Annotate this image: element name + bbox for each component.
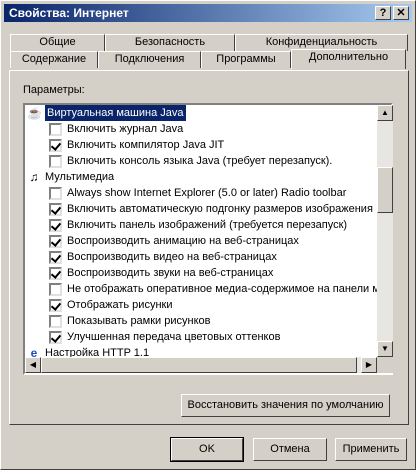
setting-checkbox[interactable] (49, 267, 62, 280)
scroll-down-icon[interactable]: ▼ (377, 341, 393, 357)
tab-advanced[interactable]: Дополнительно (291, 49, 406, 69)
setting-label: Улучшенная передача цветовых оттенков (67, 331, 281, 343)
setting-checkbox[interactable] (49, 123, 62, 136)
setting-label: Воспроизводить видео на веб-страницах (67, 251, 277, 263)
setting-label: Воспроизводить анимацию на веб-страницах (67, 235, 299, 247)
restore-defaults-button[interactable]: Восстановить значения по умолчанию (181, 394, 390, 417)
tab-programs[interactable]: Программы (201, 51, 291, 68)
setting-checkbox[interactable] (49, 139, 62, 152)
vertical-scrollbar[interactable]: ▲ ▼ (377, 105, 393, 357)
setting-label: Always show Internet Explorer (5.0 or la… (67, 187, 347, 199)
setting-checkbox[interactable] (49, 235, 62, 248)
horizontal-scrollbar[interactable]: ◀ ▶ (25, 357, 377, 373)
tab-general[interactable]: Общие (10, 34, 105, 51)
setting-checkbox[interactable] (49, 187, 62, 200)
setting-label: Включить компилятор Java JIT (67, 139, 225, 151)
setting-checkbox[interactable] (49, 251, 62, 264)
window-title: Свойства: Интернет (9, 6, 129, 20)
tab-row-front: Содержание Подключения Программы Дополни… (10, 49, 408, 69)
setting-label: Не отображать оперативное медиа-содержим… (67, 283, 377, 295)
category-label: Виртуальная машина Java (45, 105, 186, 121)
tab-security[interactable]: Безопасность (105, 34, 235, 51)
cancel-button[interactable]: Отмена (253, 438, 327, 461)
params-label: Параметры: (23, 84, 85, 96)
horizontal-scroll-thumb[interactable] (41, 357, 357, 373)
category-label: Мультимедиа (45, 171, 115, 183)
apply-button[interactable]: Применить (335, 438, 407, 461)
setting-label: Включить консоль языка Java (требует пер… (67, 155, 333, 167)
scroll-left-icon[interactable]: ◀ (25, 357, 41, 373)
scroll-corner (377, 357, 393, 373)
help-button[interactable]: ? (375, 6, 391, 20)
setting-checkbox[interactable] (49, 219, 62, 232)
settings-tree[interactable]: ☕ Виртуальная машина Java Включить журнал … (23, 103, 393, 375)
scroll-right-icon[interactable]: ▶ (361, 357, 377, 373)
vertical-scroll-thumb[interactable] (377, 167, 393, 213)
setting-checkbox[interactable] (49, 331, 62, 344)
multimedia-icon: ♫ (29, 170, 39, 184)
setting-checkbox[interactable] (49, 299, 62, 312)
java-icon: ☕ (27, 106, 42, 120)
tab-connections[interactable]: Подключения (98, 51, 201, 68)
close-button[interactable]: ✕ (393, 6, 409, 20)
scroll-up-icon[interactable]: ▲ (377, 105, 393, 121)
setting-label: Показывать рамки рисунков (67, 315, 211, 327)
category-label: Настройка HTTP 1.1 (45, 347, 150, 357)
title-bar: Свойства: Интернет ? ✕ (4, 4, 412, 22)
setting-label: Включить автоматическую подгонку размеро… (67, 203, 373, 215)
setting-label: Включить журнал Java (67, 123, 184, 135)
ok-button[interactable]: OK (170, 437, 244, 462)
setting-label: Воспроизводить звуки на веб-страницах (67, 267, 274, 279)
setting-checkbox[interactable] (49, 283, 62, 296)
setting-checkbox[interactable] (49, 155, 62, 168)
setting-checkbox[interactable] (49, 203, 62, 216)
settings-list: ☕ Виртуальная машина Java Включить журнал … (25, 105, 377, 357)
setting-label: Отображать рисунки (67, 299, 173, 311)
setting-checkbox[interactable] (49, 315, 62, 328)
setting-label: Включить панель изображений (требуется п… (67, 219, 348, 231)
dialog-window: Свойства: Интернет ? ✕ Общие Безопасност… (0, 0, 416, 470)
tab-content[interactable]: Содержание (10, 51, 98, 68)
ie-icon: e (30, 346, 38, 357)
